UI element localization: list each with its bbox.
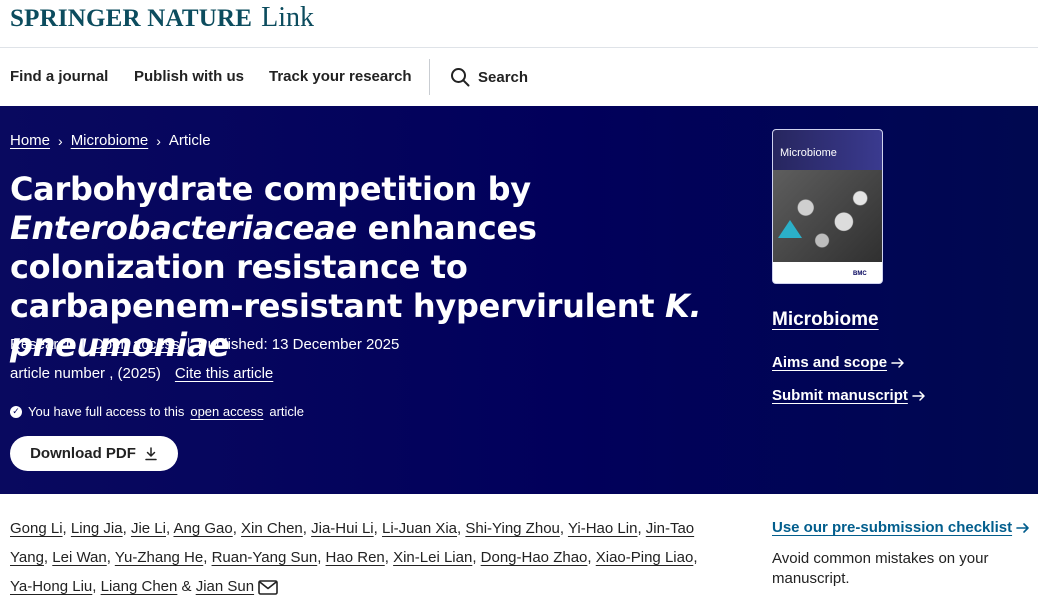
author-list: Gong Li, Ling Jia, Jie Li, Ang Gao, Xin … [10, 520, 698, 595]
breadcrumb: Home › Microbiome › Article [10, 132, 211, 149]
pre-submission-checklist-link[interactable]: Use our pre-submission checklist [772, 519, 1030, 536]
main-nav: Find a journal Publish with us Track you… [0, 48, 1038, 106]
author-link[interactable]: Xiao-Ping Liao [596, 549, 694, 566]
nav-divider [429, 59, 430, 95]
search-label: Search [478, 68, 529, 86]
author-link[interactable]: Li-Juan Xia [382, 520, 457, 537]
author-link[interactable]: Lei Wan [52, 549, 106, 566]
aims-and-scope-label: Aims and scope [772, 354, 888, 371]
author-link[interactable]: Yu-Zhang He [115, 549, 203, 566]
title-italic-part: Enterobacteriaceae [10, 209, 357, 247]
article-type: Research [10, 336, 75, 353]
author-link[interactable]: Hao Ren [326, 549, 385, 566]
author-link[interactable]: Jian Sun [196, 578, 254, 595]
access-note-suffix: article [269, 404, 305, 419]
breadcrumb-current: Article [168, 132, 211, 149]
arrow-right-icon [912, 390, 925, 401]
download-icon [145, 446, 157, 460]
access-note-prefix: You have full access to this [28, 404, 185, 419]
download-pdf-label: Download PDF [30, 445, 136, 462]
submit-manuscript-label: Submit manuscript [772, 387, 908, 404]
journal-cover[interactable]: Microbiome BMC [772, 129, 883, 284]
author-link[interactable]: Shi-Ying Zhou [465, 520, 560, 537]
author-link[interactable]: Jia-Hui Li [311, 520, 374, 537]
cover-micrograph [773, 170, 882, 264]
published-date: Published: 13 December 2025 [197, 336, 400, 353]
chevron-right-icon: › [58, 132, 63, 149]
access-note: ✓ You have full access to this open acce… [10, 404, 304, 419]
mail-icon[interactable] [258, 579, 278, 595]
author-link[interactable]: Ling Jia [71, 520, 123, 537]
open-access-link[interactable]: Open access [92, 336, 180, 353]
article-citation-row: article number , (2025) Cite this articl… [10, 365, 273, 382]
nav-publish-with-us[interactable]: Publish with us [134, 68, 244, 85]
nav-find-journal[interactable]: Find a journal [10, 68, 108, 85]
cover-accent [778, 220, 802, 238]
breadcrumb-journal[interactable]: Microbiome [71, 132, 149, 149]
download-pdf-button[interactable]: Download PDF [10, 436, 178, 471]
arrow-right-icon [891, 357, 904, 368]
checklist-note: Avoid common mistakes on your manuscript… [772, 550, 989, 587]
author-link[interactable]: Ang Gao [173, 520, 232, 537]
access-note-link[interactable]: open access [190, 404, 263, 419]
search-icon [451, 68, 470, 87]
meta-divider: | [186, 336, 191, 353]
brand-product: Link [261, 2, 315, 33]
arrow-right-icon [1016, 522, 1029, 533]
article-number: article number , (2025) [10, 365, 161, 382]
aims-and-scope-link[interactable]: Aims and scope [772, 354, 905, 371]
journal-title-link[interactable]: Microbiome [772, 309, 879, 331]
check-circle-icon: ✓ [10, 405, 22, 418]
checklist-label: Use our pre-submission checklist [772, 519, 1013, 536]
author-link[interactable]: Dong-Hao Zhao [481, 549, 588, 566]
cover-publisher-logo: BMC [853, 271, 867, 277]
author-link[interactable]: Xin-Lei Lian [393, 549, 472, 566]
author-link[interactable]: Ruan-Yang Sun [212, 549, 318, 566]
brand-bar: SPRINGER NATURE Link [0, 0, 1038, 48]
author-link[interactable]: Xin Chen [241, 520, 303, 537]
author-link[interactable]: Yi-Hao Lin [568, 520, 637, 537]
breadcrumb-home[interactable]: Home [10, 132, 50, 149]
nav-track-research[interactable]: Track your research [269, 68, 412, 85]
search-button[interactable]: Search [450, 67, 528, 87]
author-link[interactable]: Ya-Hong Liu [10, 578, 92, 595]
springer-nature-logo[interactable]: SPRINGER NATURE Link [10, 2, 314, 34]
title-part: Carbohydrate competition by [10, 170, 531, 208]
chevron-right-icon: › [156, 132, 161, 149]
author-link[interactable]: Liang Chen [101, 578, 178, 595]
submit-manuscript-link[interactable]: Submit manuscript [772, 387, 926, 404]
author-link[interactable]: Jie Li [131, 520, 166, 537]
article-hero: Home › Microbiome › Article Carbohydrate… [0, 106, 1038, 494]
cite-this-article-link[interactable]: Cite this article [175, 365, 273, 382]
meta-divider: | [81, 336, 86, 353]
cover-journal-name: Microbiome [780, 147, 837, 159]
author-link[interactable]: Gong Li [10, 520, 63, 537]
article-meta: Research | Open access | Published: 13 D… [10, 336, 399, 353]
brand-name: SPRINGER NATURE [10, 5, 253, 32]
